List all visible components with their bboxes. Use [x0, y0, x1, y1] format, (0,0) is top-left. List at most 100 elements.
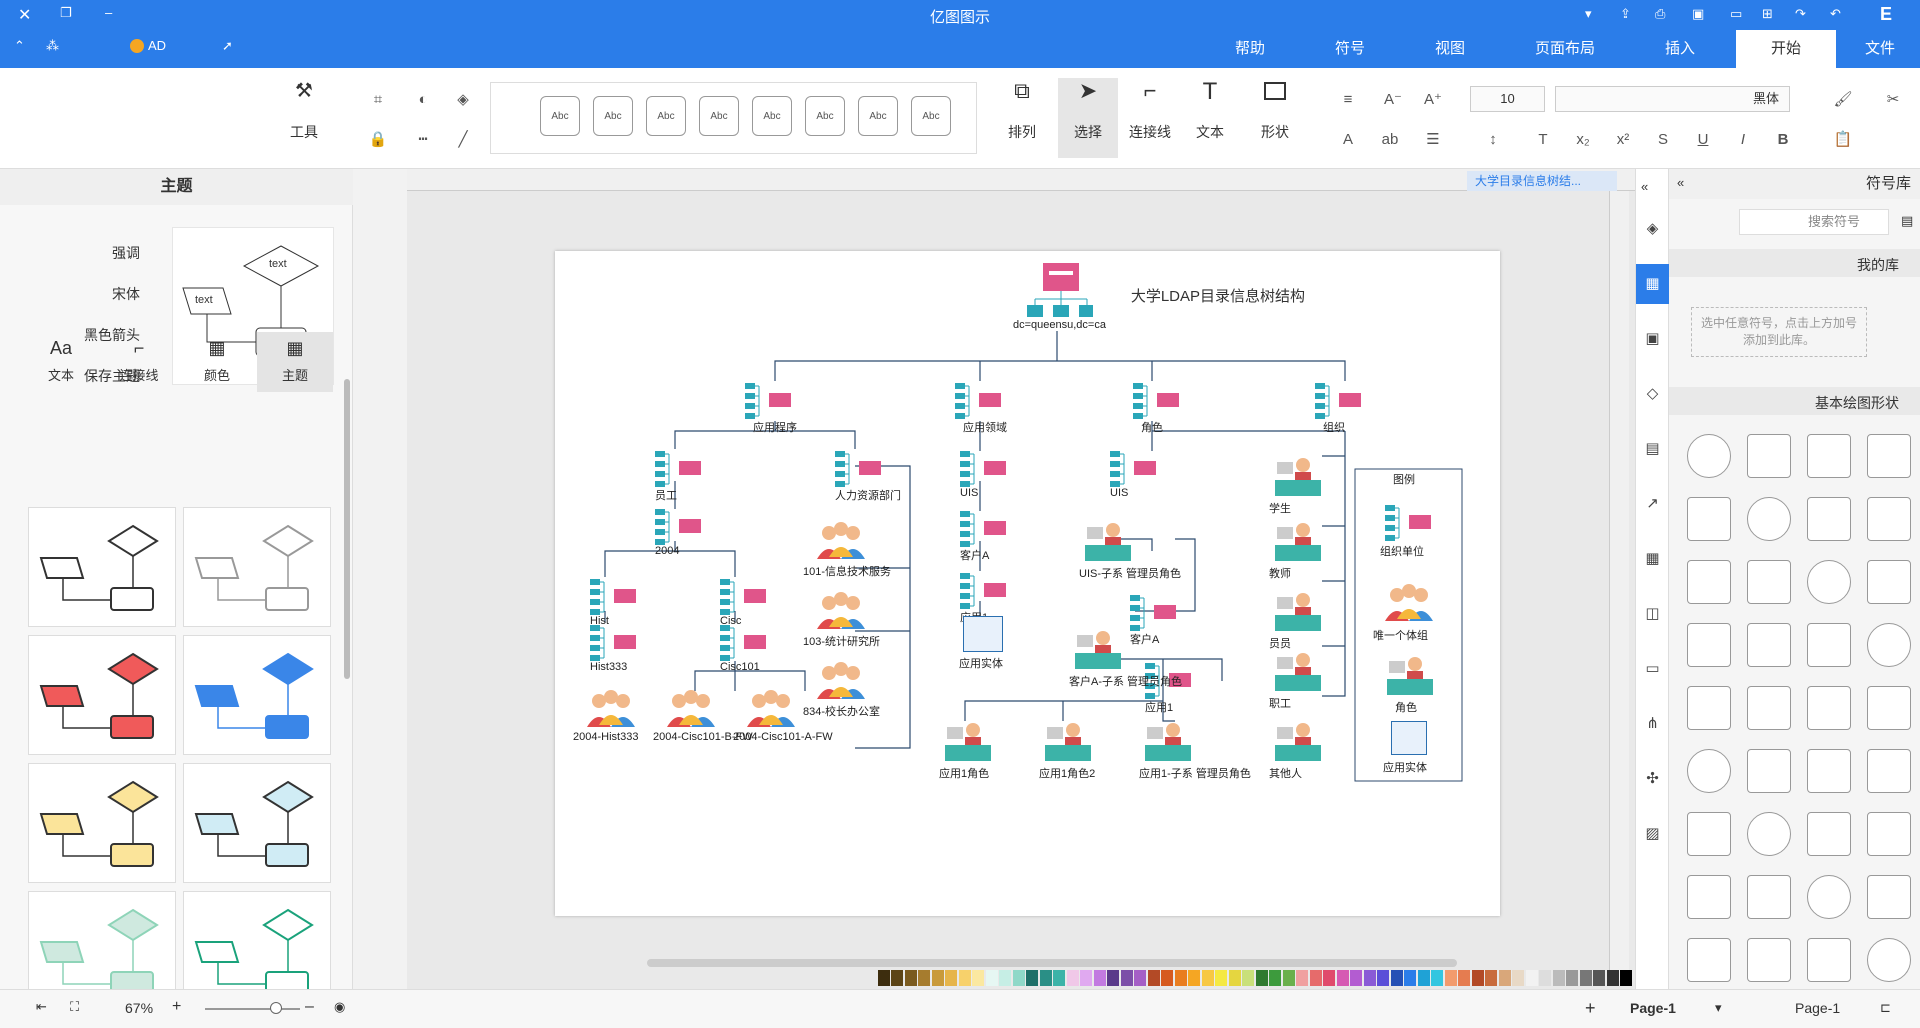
legend-org-icon[interactable]: [1385, 503, 1433, 543]
align-icon[interactable]: ≡: [1335, 86, 1361, 112]
menu-symbols[interactable]: 符号: [1310, 30, 1390, 68]
page-panel-icon[interactable]: ▤: [1636, 429, 1669, 469]
basic-shape-item[interactable]: [1804, 809, 1854, 859]
basic-shape-item[interactable]: [1804, 620, 1854, 670]
basic-shape-item[interactable]: [1684, 935, 1734, 985]
crop-icon[interactable]: ⌗: [365, 86, 391, 112]
close-window-icon[interactable]: ✕: [18, 5, 31, 25]
user-group-node[interactable]: [815, 519, 867, 561]
more-icon[interactable]: ▾: [1585, 6, 1592, 22]
basic-shape-item[interactable]: [1864, 431, 1914, 481]
horizontal-scrollbar[interactable]: [647, 959, 1457, 967]
org-node[interactable]: [590, 623, 638, 663]
basic-shape-item[interactable]: [1684, 809, 1734, 859]
color-swatch[interactable]: [1120, 970, 1133, 986]
color-swatch[interactable]: [1336, 970, 1349, 986]
menu-page-layout[interactable]: 页面布局: [1515, 30, 1615, 68]
text-style-icon[interactable]: T: [1530, 126, 1556, 152]
font-grow-icon[interactable]: A⁺: [1420, 86, 1446, 112]
color-swatch[interactable]: [1606, 970, 1619, 986]
org-node[interactable]: [1110, 449, 1158, 489]
color-swatch[interactable]: [1188, 970, 1200, 986]
hierarchy-panel-icon[interactable]: ⋔: [1636, 704, 1669, 744]
text-case-icon[interactable]: ab: [1375, 126, 1405, 152]
basic-shape-item[interactable]: [1684, 683, 1734, 733]
attachment-panel-icon[interactable]: ◫: [1636, 594, 1669, 634]
style-sample[interactable]: Abc: [646, 96, 686, 136]
color-swatch[interactable]: [972, 970, 984, 986]
color-swatch[interactable]: [1593, 970, 1605, 986]
library-icon[interactable]: ▤: [1901, 213, 1913, 229]
basic-shape-item[interactable]: [1744, 557, 1794, 607]
zoom-in-icon[interactable]: +: [172, 998, 181, 1016]
org-node[interactable]: [960, 509, 1008, 549]
theme-option[interactable]: ▦ 颜色: [179, 332, 255, 392]
theme-card[interactable]: [183, 635, 331, 755]
color-swatch[interactable]: [1147, 970, 1160, 986]
page-tab[interactable]: Page-1: [1630, 1000, 1676, 1016]
user-group-node[interactable]: [815, 659, 867, 701]
basic-shape-item[interactable]: [1744, 431, 1794, 481]
basic-shape-item[interactable]: [1864, 809, 1914, 859]
color-swatch[interactable]: [1066, 970, 1079, 986]
fullscreen-icon[interactable]: ⛶: [70, 999, 79, 1015]
bold-icon[interactable]: B: [1770, 126, 1796, 152]
basic-shape-item[interactable]: [1804, 872, 1854, 922]
color-swatch[interactable]: [1350, 970, 1362, 986]
basic-shape-item[interactable]: [1864, 683, 1914, 733]
theme-card[interactable]: [183, 763, 331, 883]
user-group-node[interactable]: [815, 589, 867, 631]
basic-shape-item[interactable]: [1684, 431, 1734, 481]
basic-shape-item[interactable]: [1864, 746, 1914, 796]
image-panel-icon[interactable]: ▣: [1636, 319, 1669, 359]
color-swatch[interactable]: [1458, 970, 1470, 986]
org-node[interactable]: [655, 449, 703, 489]
color-swatch[interactable]: [1444, 970, 1457, 986]
layer-panel-icon[interactable]: ◇: [1636, 374, 1669, 414]
color-swatch[interactable]: [1431, 970, 1443, 986]
new-icon[interactable]: ⊞: [1762, 6, 1773, 22]
role-node[interactable]: [1275, 591, 1321, 633]
user-group-node[interactable]: [665, 687, 717, 729]
color-swatch[interactable]: [958, 970, 971, 986]
color-swatch[interactable]: [1242, 970, 1254, 986]
symbol-search-input[interactable]: 搜索符号: [1739, 209, 1889, 235]
basic-shape-item[interactable]: [1744, 872, 1794, 922]
basic-shape-item[interactable]: [1684, 746, 1734, 796]
color-swatch[interactable]: [1309, 970, 1322, 986]
undo-icon[interactable]: ↶: [1830, 6, 1841, 22]
basic-shape-item[interactable]: [1744, 935, 1794, 985]
role-node[interactable]: [1085, 521, 1131, 563]
data-panel-icon[interactable]: ↗: [1636, 484, 1669, 524]
color-swatch[interactable]: [1107, 970, 1119, 986]
redo-icon[interactable]: ↷: [1795, 6, 1806, 22]
page-dropdown-icon[interactable]: ▾: [1715, 1000, 1722, 1016]
style-sample[interactable]: Abc: [699, 96, 739, 136]
color-swatch[interactable]: [1255, 970, 1268, 986]
theme-option[interactable]: Aa 文本: [23, 332, 99, 392]
role-node[interactable]: [1275, 651, 1321, 693]
diagram-page[interactable]: dc=queensu,dc=ca 大学LDAP目录信息树结构 应用程序 应用领域 角色组…: [555, 251, 1500, 916]
basic-shape-item[interactable]: [1864, 620, 1914, 670]
role-node[interactable]: [1275, 456, 1321, 498]
menu-home[interactable]: 开始: [1736, 30, 1836, 68]
basic-shape-item[interactable]: [1744, 494, 1794, 544]
basic-shape-item[interactable]: [1804, 431, 1854, 481]
comment-panel-icon[interactable]: ▭: [1636, 649, 1669, 689]
color-swatch[interactable]: [1552, 970, 1565, 986]
basic-shape-item[interactable]: [1684, 557, 1734, 607]
color-swatch[interactable]: [1485, 970, 1497, 986]
menu-view[interactable]: 视图: [1410, 30, 1490, 68]
basic-shape-item[interactable]: [1804, 935, 1854, 985]
role-node[interactable]: [1275, 721, 1321, 763]
color-swatch[interactable]: [1161, 970, 1173, 986]
color-swatch[interactable]: [1080, 970, 1092, 986]
menu-file[interactable]: 文件: [1840, 30, 1920, 68]
color-swatch[interactable]: [1323, 970, 1335, 986]
color-swatch[interactable]: [1215, 970, 1227, 986]
print-icon[interactable]: ⎙: [1655, 6, 1665, 22]
fill-panel-icon[interactable]: ◈: [1636, 209, 1669, 249]
role-node[interactable]: [1145, 721, 1191, 763]
color-swatch[interactable]: [985, 970, 998, 986]
document-tab[interactable]: 大学目录信息树结...: [1467, 171, 1617, 191]
